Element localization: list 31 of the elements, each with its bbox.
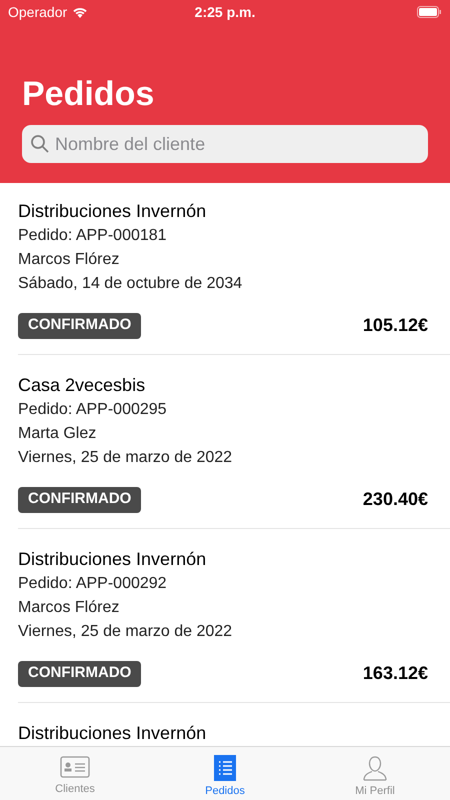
list-icon (214, 755, 236, 781)
contact-name: Marcos Flórez (18, 598, 120, 618)
order-number: Pedido: APP-000295 (18, 400, 168, 420)
client-name: Casa 2vecesbis (18, 374, 146, 396)
contact-name: Marcos Flórez (18, 250, 120, 270)
order-date: Viernes, 25 de marzo de 2022 (18, 622, 234, 642)
order-total: 163.12€ (362, 662, 428, 685)
status-badge: CONFIRMADO (18, 660, 142, 686)
order-date: Sábado, 14 de octubre de 2034 (18, 274, 244, 294)
tab-bar-item[interactable]: Pedidos (150, 747, 300, 800)
status-badge: CONFIRMADO (18, 486, 142, 512)
carrier-label: Operador (8, 2, 68, 22)
tab-bar-item[interactable]: Mi Perfil (300, 747, 450, 800)
order-number: Pedido: APP-000292 (18, 574, 168, 594)
client-name: Distribuciones Invernón (18, 722, 208, 744)
wifi-icon (72, 6, 88, 18)
client-name: Distribuciones Invernón (18, 200, 208, 222)
order-number: Pedido: APP-000181 (18, 226, 168, 246)
page-title: Pedidos (21, 74, 156, 114)
person-icon (362, 755, 388, 781)
order-total: 105.12€ (362, 314, 428, 337)
status-badge: CONFIRMADO (18, 312, 142, 338)
order-date: Viernes, 25 de marzo de 2022 (18, 448, 234, 468)
tab-bar-item[interactable]: Clientes (0, 747, 150, 800)
search-field[interactable]: Nombre del cliente (22, 125, 428, 163)
order-total: 230.40€ (362, 488, 428, 511)
contact-card-icon (60, 755, 90, 779)
battery-icon (417, 6, 442, 18)
client-name: Distribuciones Invernón (18, 548, 208, 570)
clock-time: 2:25 p.m. (194, 2, 256, 22)
contact-name: Marta Glez (18, 424, 98, 444)
